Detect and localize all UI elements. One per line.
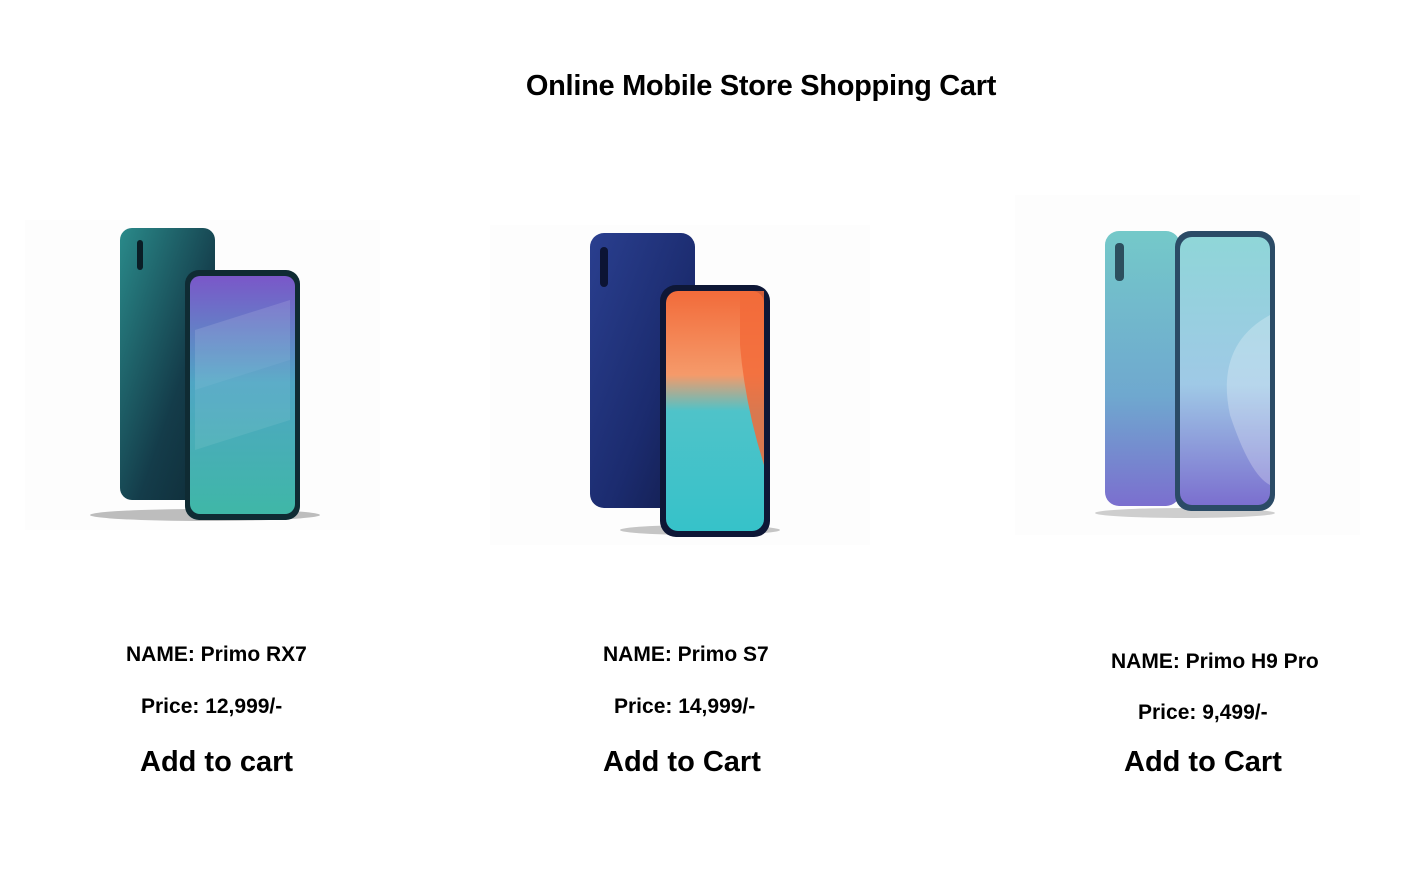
product-name: NAME: Primo S7	[603, 643, 769, 666]
add-to-cart-button[interactable]: Add to cart	[140, 746, 293, 779]
phone-image	[590, 233, 780, 537]
product-image	[490, 225, 870, 545]
product-image	[1015, 195, 1360, 535]
page-title: Online Mobile Store Shopping Cart	[525, 70, 997, 102]
add-to-cart-button[interactable]: Add to Cart	[1124, 746, 1282, 779]
add-to-cart-button[interactable]: Add to Cart	[603, 746, 761, 779]
product-price: Price: 9,499/-	[1138, 701, 1268, 724]
product-image	[25, 220, 380, 530]
product-name: NAME: Primo H9 Pro	[1111, 650, 1319, 673]
product-price: Price: 14,999/-	[614, 695, 756, 718]
phone-image	[90, 228, 320, 521]
product-name: NAME: Primo RX7	[126, 643, 307, 666]
phone-image	[1095, 231, 1275, 518]
product-price: Price: 12,999/-	[141, 695, 283, 718]
